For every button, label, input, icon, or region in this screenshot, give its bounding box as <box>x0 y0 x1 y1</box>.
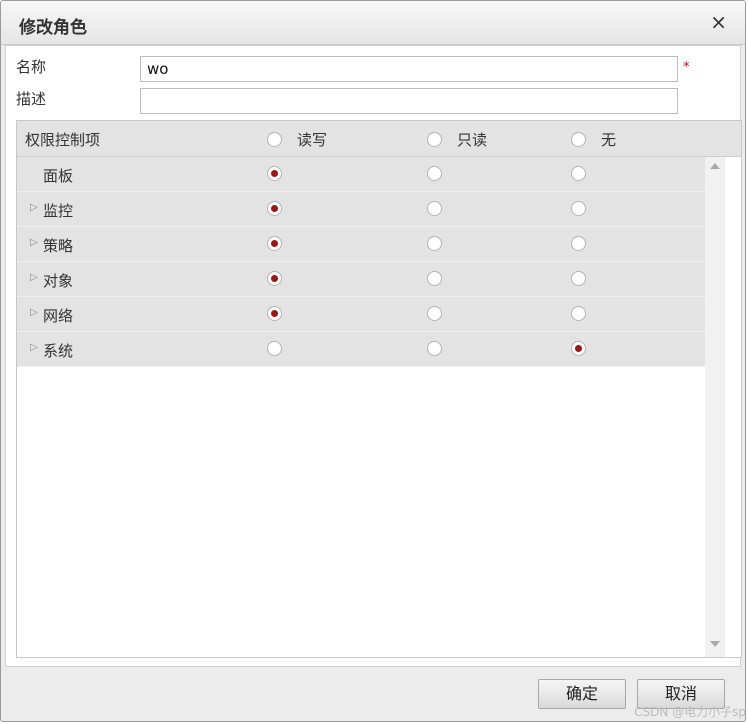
scroll-down-icon[interactable] <box>710 641 720 647</box>
permission-row-label: 策略 <box>43 237 74 255</box>
permission-row: ▷ 策略 <box>17 227 705 262</box>
header-option-readwrite: 读写 <box>297 131 328 149</box>
permission-row-label: 监控 <box>43 202 74 220</box>
confirm-button[interactable]: 确定 <box>538 679 626 709</box>
row-radio-none[interactable] <box>571 306 586 321</box>
row-radio-readonly[interactable] <box>427 166 442 181</box>
permission-table: 权限控制项 读写 只读 无 面板 ▷ 监控 ▷ 策略 ▷ 对象 ▷ 网络 ▷ 系统 <box>16 120 742 658</box>
row-radio-readonly[interactable] <box>427 201 442 216</box>
expand-triangle-icon[interactable]: ▷ <box>30 202 38 213</box>
permission-row-label: 系统 <box>43 342 74 360</box>
header-option-none: 无 <box>601 131 617 149</box>
watermark: CSDN @电力小子sp <box>634 705 746 719</box>
permission-row: ▷ 监控 <box>17 192 705 227</box>
permission-rows: 面板 ▷ 监控 ▷ 策略 ▷ 对象 ▷ 网络 ▷ 系统 <box>17 157 705 367</box>
row-radio-none[interactable] <box>571 271 586 286</box>
edit-role-dialog: 修改角色 × 名称 * 描述 权限控制项 读写 只读 无 面板 ▷ 监控 ▷ 策略 ▷ 对象… <box>0 0 746 722</box>
row-radio-none[interactable] <box>571 236 586 251</box>
row-radio-none[interactable] <box>571 201 586 216</box>
dialog-title: 修改角色 <box>19 18 87 38</box>
description-label: 描述 <box>16 90 47 108</box>
required-marker: * <box>683 60 690 75</box>
row-radio-readwrite[interactable] <box>267 271 282 286</box>
row-radio-readonly[interactable] <box>427 236 442 251</box>
permission-row-label: 网络 <box>43 307 74 325</box>
permission-row: ▷ 对象 <box>17 262 705 297</box>
expand-triangle-icon[interactable]: ▷ <box>30 307 38 318</box>
permission-row-label: 面板 <box>43 167 74 185</box>
vertical-scrollbar[interactable] <box>705 157 725 657</box>
dialog-titlebar: 修改角色 × <box>1 1 745 45</box>
expand-triangle-icon[interactable]: ▷ <box>30 237 38 248</box>
row-radio-none[interactable] <box>571 341 586 356</box>
close-icon[interactable]: × <box>710 11 727 33</box>
header-option-readonly: 只读 <box>457 131 488 149</box>
header-radio-readwrite[interactable] <box>267 132 282 147</box>
name-input[interactable] <box>140 56 678 82</box>
header-radio-none[interactable] <box>571 132 586 147</box>
row-radio-readwrite[interactable] <box>267 306 282 321</box>
row-radio-none[interactable] <box>571 166 586 181</box>
expand-triangle-icon[interactable]: ▷ <box>30 342 38 353</box>
row-radio-readwrite[interactable] <box>267 236 282 251</box>
scroll-up-icon[interactable] <box>710 163 720 169</box>
row-radio-readwrite[interactable] <box>267 166 282 181</box>
permission-row: ▷ 系统 <box>17 332 705 367</box>
row-radio-readonly[interactable] <box>427 341 442 356</box>
row-radio-readonly[interactable] <box>427 271 442 286</box>
permission-header-title: 权限控制项 <box>25 131 101 149</box>
permission-header: 权限控制项 读写 只读 无 <box>17 121 741 157</box>
permission-row-label: 对象 <box>43 272 74 290</box>
name-label: 名称 <box>16 58 47 76</box>
expand-triangle-icon[interactable]: ▷ <box>30 272 38 283</box>
row-radio-readwrite[interactable] <box>267 201 282 216</box>
description-input[interactable] <box>140 88 678 114</box>
permission-row: ▷ 网络 <box>17 297 705 332</box>
permission-row: 面板 <box>17 157 705 192</box>
dialog-content: 名称 * 描述 权限控制项 读写 只读 无 面板 ▷ 监控 ▷ 策略 ▷ 对象 ▷ 网络 ▷ 系统 <box>5 45 742 667</box>
row-radio-readwrite[interactable] <box>267 341 282 356</box>
row-radio-readonly[interactable] <box>427 306 442 321</box>
header-radio-readonly[interactable] <box>427 132 442 147</box>
